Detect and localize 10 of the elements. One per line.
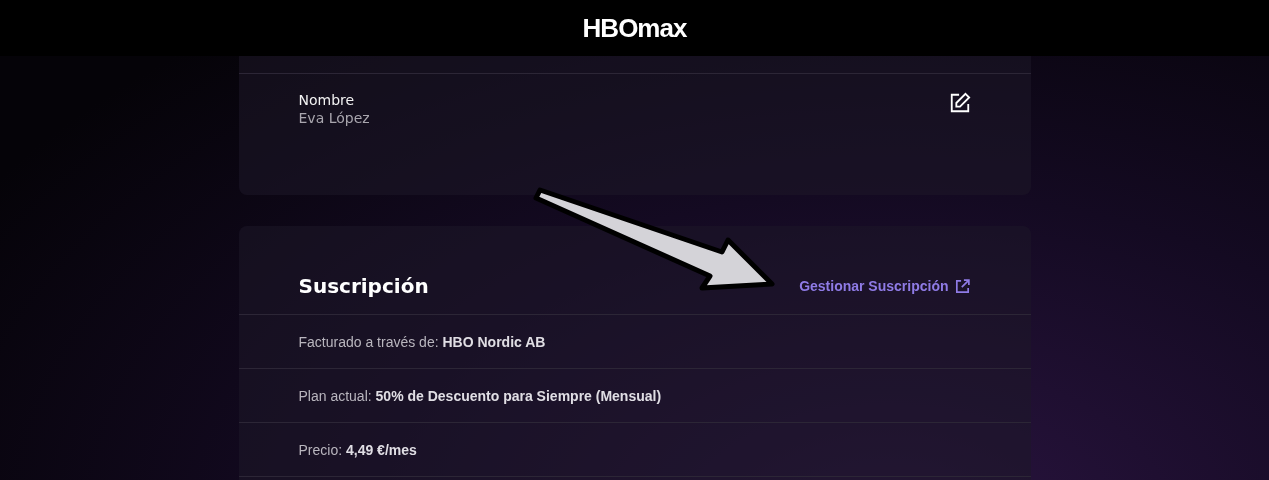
detail-text: Plan actual: 50% de Descuento para Siempre (Mensual)	[298, 387, 662, 404]
card-title: Suscripción	[298, 274, 429, 298]
detail-text: Facturado a través de: HBO Nordic AB	[298, 333, 546, 350]
manage-subscription-link[interactable]: Gestionar Suscripción	[799, 277, 971, 295]
edit-icon[interactable]	[948, 92, 971, 114]
field-value: Eva López	[298, 110, 370, 126]
field-label: Nombre	[298, 92, 356, 108]
detail-text: Precio: 4,49 €/mes	[298, 441, 417, 458]
external-link-icon	[953, 277, 971, 295]
logo: HBOmax	[582, 12, 687, 44]
